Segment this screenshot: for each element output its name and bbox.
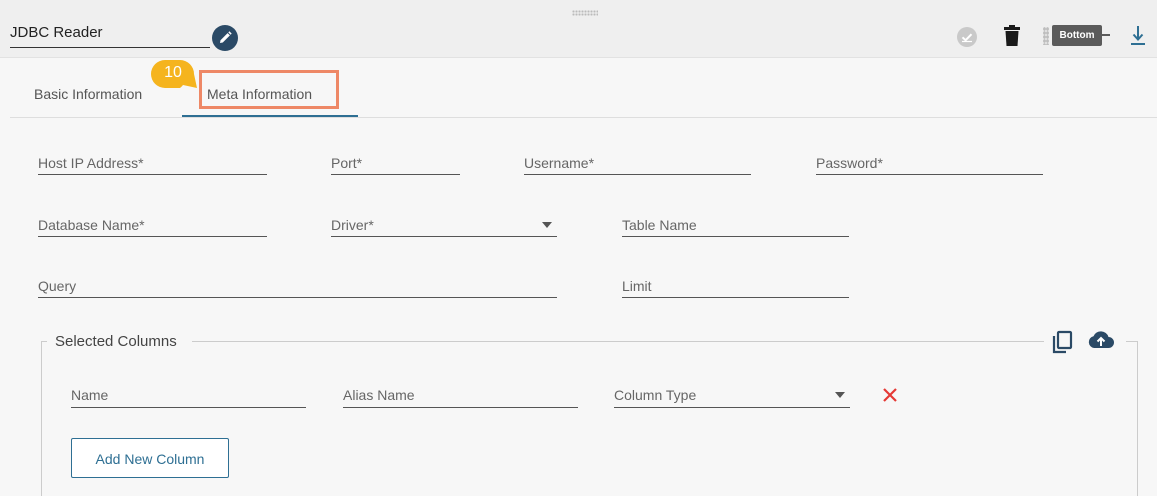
port-label: Port* xyxy=(331,155,363,171)
query-input[interactable] xyxy=(38,297,557,298)
table-name-label: Table Name xyxy=(622,217,697,233)
validate-button[interactable] xyxy=(957,27,977,47)
add-new-column-button[interactable]: Add New Column xyxy=(71,438,229,478)
alias-name-label: Alias Name xyxy=(343,387,415,403)
component-title[interactable]: JDBC Reader xyxy=(10,23,210,48)
limit-input[interactable] xyxy=(622,297,849,298)
download-icon xyxy=(1131,26,1145,45)
table-name-input[interactable] xyxy=(622,236,849,237)
host-ip-label: Host IP Address* xyxy=(38,155,144,171)
column-name-label: Name xyxy=(71,387,109,403)
tab-meta-information[interactable]: Meta Information xyxy=(207,84,312,104)
fieldset-border xyxy=(1137,341,1138,496)
column-type-dropdown-arrow-icon[interactable] xyxy=(835,392,845,398)
fieldset-border xyxy=(41,341,42,496)
password-input[interactable] xyxy=(816,174,1043,175)
selected-columns-title: Selected Columns xyxy=(55,333,177,350)
tab-basic-information[interactable]: Basic Information xyxy=(34,84,142,104)
drag-handle-icon[interactable] xyxy=(572,10,598,16)
alias-name-input[interactable] xyxy=(343,407,578,408)
username-input[interactable] xyxy=(524,174,751,175)
download-button[interactable] xyxy=(1128,23,1148,49)
query-label: Query xyxy=(38,278,77,294)
delete-button[interactable] xyxy=(1003,25,1021,47)
close-icon xyxy=(883,388,897,402)
step-badge: 10 xyxy=(150,58,198,90)
database-name-label: Database Name* xyxy=(38,217,145,233)
tooltip-tail xyxy=(1102,34,1110,36)
driver-select[interactable] xyxy=(331,236,557,237)
fieldset-border xyxy=(192,341,1044,342)
column-type-select[interactable] xyxy=(614,407,850,408)
tab-divider xyxy=(10,117,1157,118)
copy-icon xyxy=(1052,330,1073,354)
more-vertical-icon[interactable] xyxy=(1043,27,1049,45)
limit-label: Limit xyxy=(622,278,652,294)
port-input[interactable] xyxy=(331,174,460,175)
database-name-input[interactable] xyxy=(38,236,267,237)
upload-columns-button[interactable] xyxy=(1087,329,1115,351)
column-type-label: Column Type xyxy=(614,387,697,403)
pencil-icon xyxy=(220,31,232,43)
trash-icon xyxy=(1004,25,1020,46)
remove-column-button[interactable] xyxy=(880,385,900,405)
username-label: Username* xyxy=(524,155,595,171)
cloud-upload-icon xyxy=(1088,331,1114,348)
step-number: 10 xyxy=(164,64,182,81)
copy-columns-button[interactable] xyxy=(1052,330,1074,354)
column-name-input[interactable] xyxy=(71,407,306,408)
driver-label: Driver* xyxy=(331,217,374,233)
host-ip-input[interactable] xyxy=(38,174,267,175)
tooltip-bottom: Bottom xyxy=(1052,25,1102,46)
edit-title-button[interactable] xyxy=(212,25,238,51)
check-circle-icon xyxy=(961,33,973,43)
driver-dropdown-arrow-icon[interactable] xyxy=(542,222,552,228)
password-label: Password* xyxy=(816,155,883,171)
